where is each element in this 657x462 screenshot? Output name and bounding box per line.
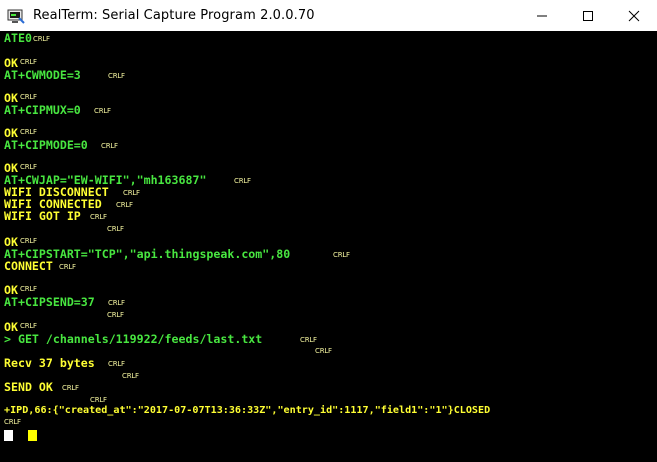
crlf-marker: CRLF xyxy=(20,128,37,136)
terminal-line: +IPD,66:{"created_at":"2017-07-07T13:36:… xyxy=(4,405,491,416)
crlf-marker: CRLF xyxy=(123,189,140,197)
window-controls xyxy=(519,0,657,31)
crlf-marker: CRLF xyxy=(333,251,350,259)
close-icon xyxy=(628,10,640,21)
crlf-marker: CRLF xyxy=(62,384,79,392)
crlf-marker: CRLF xyxy=(108,72,125,80)
crlf-marker: CRLF xyxy=(20,322,37,330)
crlf-marker: CRLF xyxy=(4,418,21,426)
terminal-line: AT+CIPMODE=0 xyxy=(4,138,88,152)
crlf-marker: CRLF xyxy=(20,285,37,293)
crlf-marker: CRLF xyxy=(300,336,317,344)
terminal-line: AT+CIPMUX=0 xyxy=(4,103,81,117)
terminal-line: > GET /channels/119922/feeds/last.txt xyxy=(4,332,263,346)
crlf-marker: CRLF xyxy=(107,225,124,233)
crlf-marker: CRLF xyxy=(116,201,133,209)
crlf-marker: CRLF xyxy=(20,93,37,101)
crlf-marker: CRLF xyxy=(33,35,50,43)
minimize-icon xyxy=(537,15,547,16)
crlf-marker: CRLF xyxy=(90,213,107,221)
crlf-marker: CRLF xyxy=(94,107,111,115)
crlf-marker: CRLF xyxy=(20,237,37,245)
maximize-icon xyxy=(583,10,593,21)
terminal-line: Recv 37 bytes xyxy=(4,356,95,370)
terminal-line: ATE0 xyxy=(4,31,32,45)
terminal-cursor xyxy=(4,430,13,441)
crlf-marker: CRLF xyxy=(101,142,118,150)
crlf-marker: CRLF xyxy=(122,372,139,380)
terminal-line: CONNECT xyxy=(4,259,53,273)
terminal-line: AT+CWMODE=3 xyxy=(4,68,81,82)
terminal-line: AT+CIPSEND=37 xyxy=(4,295,95,309)
terminal-line: SEND OK xyxy=(4,380,53,394)
crlf-marker: CRLF xyxy=(107,311,124,319)
crlf-marker: CRLF xyxy=(234,177,251,185)
close-button[interactable] xyxy=(611,0,657,31)
crlf-marker: CRLF xyxy=(90,396,107,404)
crlf-marker: CRLF xyxy=(315,347,332,355)
minimize-button[interactable] xyxy=(519,0,565,31)
crlf-marker: CRLF xyxy=(20,163,37,171)
maximize-button[interactable] xyxy=(565,0,611,31)
crlf-marker: CRLF xyxy=(108,360,125,368)
title-bar[interactable]: RealTerm: Serial Capture Program 2.0.0.7… xyxy=(0,0,657,31)
terminal-display[interactable]: ATE0 CRLF OK CRLF AT+CWMODE=3 CRLF OK CR… xyxy=(0,31,657,462)
crlf-marker: CRLF xyxy=(108,299,125,307)
terminal-cursor-marker xyxy=(28,430,37,441)
crlf-marker: CRLF xyxy=(59,263,76,271)
serial-terminal-icon[interactable] xyxy=(7,7,25,25)
terminal-line: WIFI GOT IP xyxy=(4,209,81,223)
crlf-marker: CRLF xyxy=(20,58,37,66)
window-title: RealTerm: Serial Capture Program 2.0.0.7… xyxy=(33,8,315,23)
realterm-window: RealTerm: Serial Capture Program 2.0.0.7… xyxy=(0,0,657,462)
